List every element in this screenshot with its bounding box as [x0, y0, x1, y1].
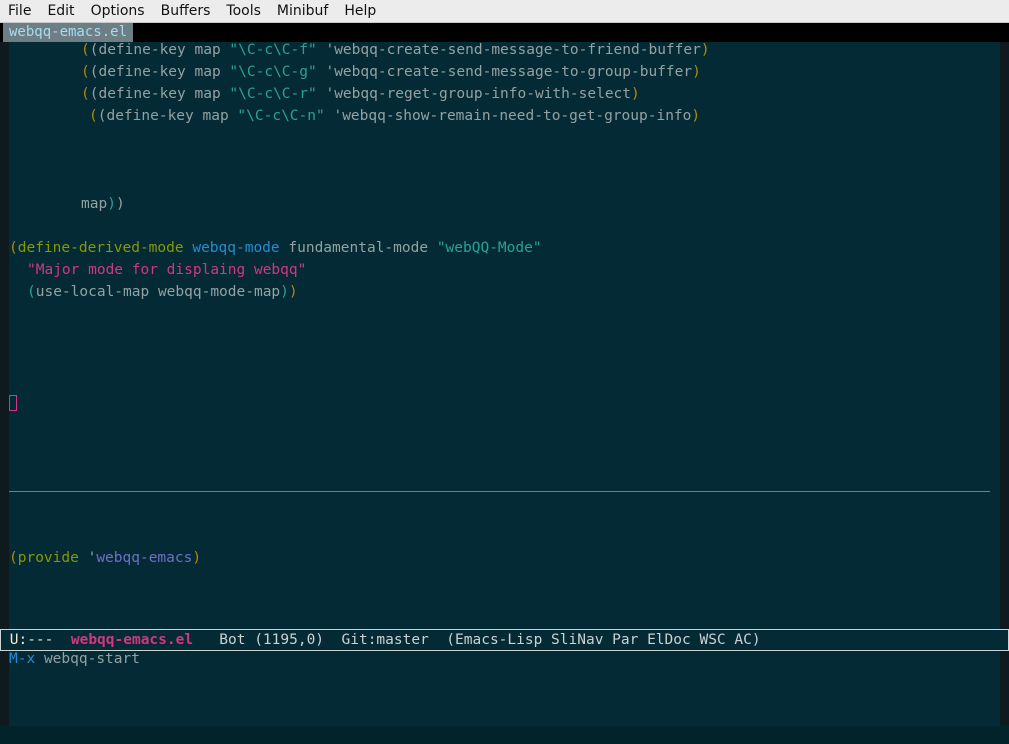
menu-tools[interactable]: Tools [218, 0, 269, 22]
bottom-strip [0, 726, 1009, 744]
menu-file[interactable]: File [0, 0, 39, 22]
code-line-derived: (define-derived-mode webqq-mode fundamen… [9, 240, 542, 256]
left-fringe-mini [0, 650, 9, 726]
mode-line: U:--- webqq-emacs.el Bot (1195,0) Git:ma… [0, 629, 1009, 651]
menu-help[interactable]: Help [336, 0, 384, 22]
code-line-use-local: (use-local-map webqq-mode-map)) [27, 284, 298, 300]
menu-bar: File Edit Options Buffers Tools Minibuf … [0, 0, 1009, 23]
page-break-rule [9, 491, 990, 492]
right-fringe-mini [1000, 650, 1009, 726]
code-line-4: ((define-key map "\C-c\C-n" 'webqq-show-… [89, 108, 701, 124]
menu-options[interactable]: Options [83, 0, 153, 22]
code-line-1: ((define-key map "\C-c\C-f" 'webqq-creat… [81, 42, 710, 58]
code-line-provide: (provide 'webqq-emacs) [9, 550, 202, 566]
minibuffer-input[interactable]: webqq-start [44, 651, 140, 667]
menu-buffers[interactable]: Buffers [153, 0, 219, 22]
modeline-position: Bot (1195,0) [219, 632, 325, 648]
code-line-map: map)) [81, 196, 125, 212]
modeline-modes[interactable]: (Emacs-Lisp SliNav Par ElDoc WSC AC) [446, 632, 760, 648]
menu-minibuf[interactable]: Minibuf [269, 0, 336, 22]
modeline-state: U:--- [9, 632, 54, 648]
modeline-buffer-name[interactable]: webqq-emacs.el [71, 632, 193, 648]
left-fringe [0, 42, 9, 629]
text-cursor [9, 395, 17, 411]
code-line-3: ((define-key map "\C-c\C-r" 'webqq-reget… [81, 86, 640, 102]
minibuffer[interactable]: M-x webqq-start [9, 648, 140, 670]
right-fringe [1000, 42, 1009, 629]
menu-edit[interactable]: Edit [39, 0, 82, 22]
modeline-vc[interactable]: Git:master [342, 632, 429, 648]
code-line-2: ((define-key map "\C-c\C-g" 'webqq-creat… [81, 64, 701, 80]
minibuffer-prompt: M-x [9, 651, 36, 667]
code-line-docstring: "Major mode for displaing webqq" [27, 262, 307, 278]
